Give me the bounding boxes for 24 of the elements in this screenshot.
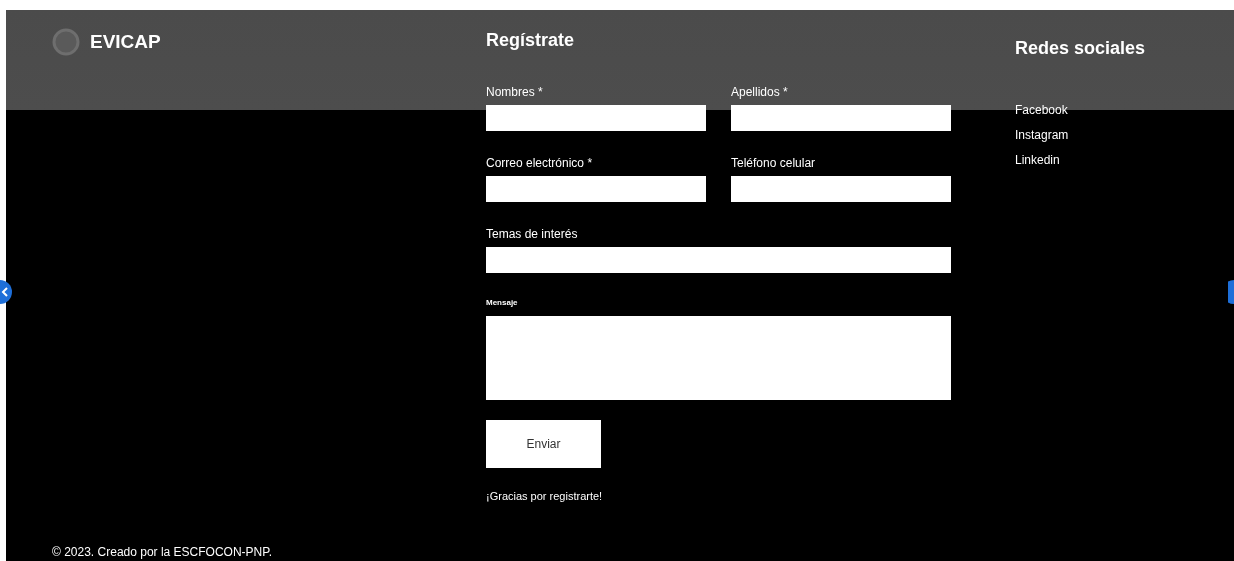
next-arrow-icon[interactable] (1228, 280, 1234, 304)
text-field[interactable] (486, 105, 706, 131)
field-label: Mensaje (486, 298, 519, 309)
thanks-message: ¡Gracias por registrarte! (486, 490, 604, 502)
social-link[interactable]: Facebook (1015, 103, 1234, 117)
text-field[interactable] (731, 176, 951, 202)
field-label: Teléfono celular (731, 156, 817, 172)
text-field[interactable] (731, 105, 951, 131)
social-title: Redes sociales (1015, 38, 1147, 59)
text-field[interactable] (486, 247, 951, 273)
brand-name: EVICAP (90, 31, 161, 53)
social-link[interactable]: Linkedin (1015, 153, 1234, 167)
field-label: Correo electrónico * (486, 156, 594, 172)
field-label: Nombres * (486, 85, 544, 101)
text-field[interactable] (486, 176, 706, 202)
copyright-text: © 2023. Creado por la ESCFOCON-PNP. (52, 545, 274, 559)
social-link[interactable]: Instagram (1015, 128, 1234, 142)
field-label: Temas de interés (486, 227, 579, 243)
logo-icon (52, 28, 80, 56)
field-label: Apellidos * (731, 85, 789, 101)
submit-button[interactable]: Enviar (486, 420, 601, 468)
message-field[interactable] (486, 316, 951, 400)
form-title: Regístrate (486, 30, 576, 51)
previous-arrow-icon[interactable] (0, 280, 12, 304)
